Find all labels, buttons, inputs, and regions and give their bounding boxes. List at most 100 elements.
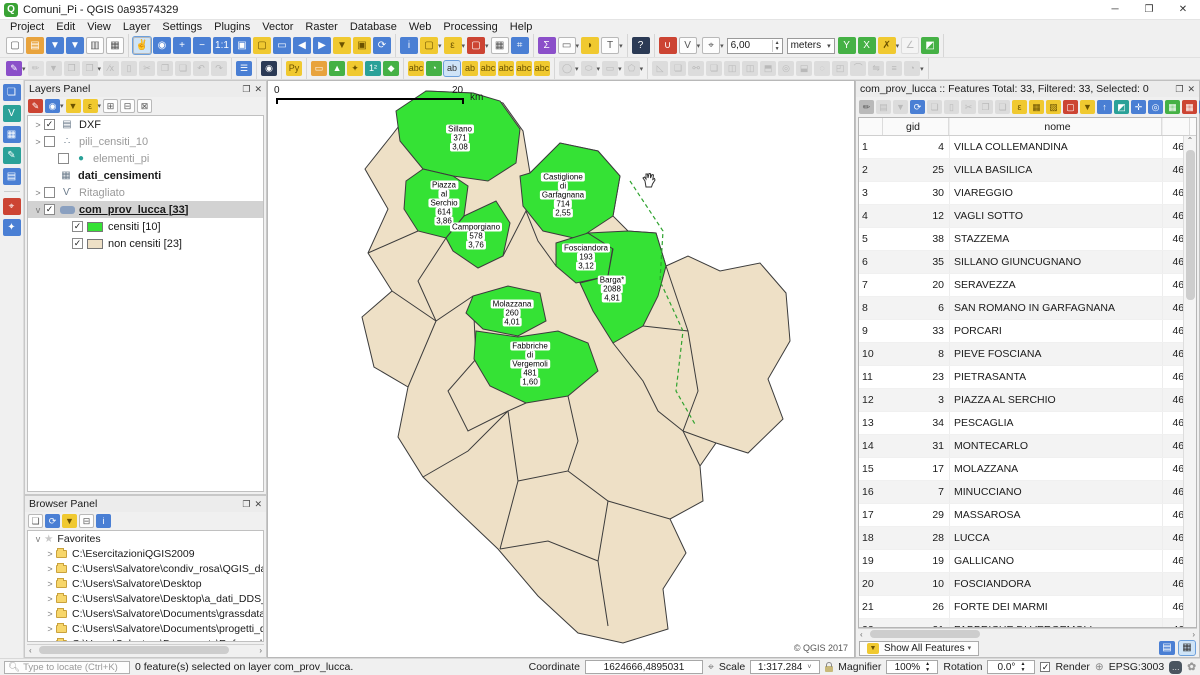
table-select-by-expression-icon[interactable]: ε [1012, 100, 1027, 114]
cell-gid[interactable]: 25 [883, 159, 949, 181]
text-annotation-dropdown-icon[interactable]: ▾ [619, 42, 623, 50]
digitize-shape-circle-dropdown-icon[interactable]: ▾ [575, 65, 579, 73]
layers-panel-close-icon[interactable]: ✕ [254, 84, 262, 95]
grass-tools-icon[interactable]: ✦ [347, 61, 363, 76]
menu-web[interactable]: Web [403, 21, 437, 33]
layer-visibility-checkbox[interactable]: ✓ [72, 238, 83, 249]
cell-nome[interactable]: VIAREGGIO [949, 182, 1162, 204]
zoom-full-icon[interactable]: ▣ [233, 37, 251, 54]
browser-folder-item[interactable]: >C:\EsercitazioniQGIS2009 [28, 546, 263, 561]
cell-nome[interactable]: SERAVEZZA [949, 274, 1162, 296]
collapse-all-browser-icon[interactable]: ⊟ [79, 514, 94, 528]
enable-tracing-icon[interactable]: ⌖ [702, 37, 720, 54]
zoom-to-layer-icon[interactable]: ▭ [273, 37, 291, 54]
expander-icon[interactable]: > [32, 137, 44, 147]
text-annotation-icon[interactable]: T [601, 37, 619, 54]
cell-gid[interactable]: 12 [883, 205, 949, 227]
row-number[interactable]: 15 [859, 458, 883, 480]
table-row[interactable]: 2126FORTE DEI MARMI460 [859, 596, 1196, 619]
table-row[interactable]: 1334PESCAGLIA460 [859, 412, 1196, 435]
layer-item-censiti-10[interactable]: ✓censiti [10] [28, 218, 263, 235]
show-all-features-button[interactable]: ▼ Show All Features ▾ [859, 641, 979, 656]
measure-dropdown-icon[interactable]: ▾ [576, 42, 580, 50]
cell-gid[interactable]: 26 [883, 596, 949, 618]
cell-nome[interactable]: VILLA COLLEMANDINA [949, 136, 1162, 158]
layer-item-dxf[interactable]: >✓▤DXF [28, 116, 263, 133]
coordinate-input[interactable]: 1624666,4895031 [585, 660, 703, 674]
menu-processing[interactable]: Processing [437, 21, 503, 33]
cell-nome[interactable]: VAGLI SOTTO [949, 205, 1162, 227]
db-manager-icon[interactable]: ☰ [236, 61, 252, 76]
expander-icon[interactable]: > [44, 579, 56, 589]
layer-visibility-checkbox[interactable] [44, 187, 55, 198]
expander-icon[interactable]: > [44, 624, 56, 634]
cell-nome[interactable]: FORTE DEI MARMI [949, 596, 1162, 618]
layer-diagram-options-icon[interactable]: ◔ [426, 61, 442, 76]
check-geometries-icon[interactable]: ◩ [921, 37, 939, 54]
layer-item-non-censiti-23[interactable]: ✓non censiti [23] [28, 235, 263, 252]
attribute-table-close-icon[interactable]: ✕ [1187, 84, 1195, 95]
extents-icon[interactable]: ⌖ [708, 661, 714, 674]
layer-labeling-options-icon[interactable]: abc [408, 61, 424, 76]
cell-gid[interactable]: 8 [883, 343, 949, 365]
rotate-feature-dropdown-icon[interactable]: ▾ [920, 65, 924, 73]
browser-folder-item[interactable]: >C:\Users\Salvatore\Documents\Referendum [28, 636, 263, 642]
cell-gid[interactable]: 10 [883, 573, 949, 595]
row-number[interactable]: 8 [859, 297, 883, 319]
menu-layer[interactable]: Layer [117, 21, 157, 33]
expander-icon[interactable]: v [32, 205, 44, 215]
row-number[interactable]: 19 [859, 550, 883, 572]
layer-visibility-checkbox[interactable] [44, 136, 55, 147]
snap-vertex-options-dropdown-icon[interactable]: ▾ [697, 42, 701, 50]
menu-vector[interactable]: Vector [256, 21, 299, 33]
cell-gid[interactable]: 3 [883, 389, 949, 411]
cell-gid[interactable]: 23 [883, 366, 949, 388]
menu-view[interactable]: View [81, 21, 117, 33]
cell-nome[interactable]: MOLAZZANA [949, 458, 1162, 480]
layers-panel-float-icon[interactable]: ❐ [242, 84, 250, 95]
change-label-icon[interactable]: abc [534, 61, 550, 76]
row-number[interactable]: 20 [859, 573, 883, 595]
cell-nome[interactable]: SILLANO GIUNCUGNANO [949, 251, 1162, 273]
processing-history-icon[interactable]: ✦ [3, 219, 21, 236]
cell-gid[interactable]: 17 [883, 458, 949, 480]
layer-item-pili_censiti_10[interactable]: >∴pili_censiti_10 [28, 133, 263, 150]
pan-map-icon[interactable]: ✌ [133, 37, 151, 54]
scale-combo[interactable]: 1:317.284˅ [750, 660, 820, 674]
layer-item-dati_censimenti[interactable]: ▦dati_censimenti [28, 167, 263, 184]
grass-shell-icon[interactable]: 1² [365, 61, 381, 76]
table-select-by-form-icon[interactable]: ▨ [1046, 100, 1061, 114]
menu-help[interactable]: Help [504, 21, 539, 33]
statistics-summary-icon[interactable]: Σ [538, 37, 556, 54]
render-checkbox[interactable]: ✓ [1040, 662, 1050, 672]
table-zoom-to-selection-icon[interactable]: ◎ [1148, 100, 1163, 114]
paste-features-dropdown-icon[interactable]: ▾ [98, 65, 102, 73]
menu-edit[interactable]: Edit [50, 21, 81, 33]
expand-all-icon[interactable]: ⊞ [103, 99, 118, 113]
row-number[interactable]: 10 [859, 343, 883, 365]
save-project-icon[interactable]: ▼ [46, 37, 64, 54]
menu-database[interactable]: Database [344, 21, 403, 33]
table-row[interactable]: 933PORCARI460 [859, 320, 1196, 343]
corner-header[interactable] [859, 118, 883, 135]
zoom-in-icon[interactable]: + [173, 37, 191, 54]
pan-map-to-selection-icon[interactable]: ◉ [153, 37, 171, 54]
table-delete-field-icon[interactable]: ▦ [1182, 100, 1197, 114]
column-header-extra[interactable] [1162, 118, 1190, 135]
table-row[interactable]: 1919GALLICANO460 [859, 550, 1196, 573]
deselect-features-icon[interactable]: ▢ [467, 37, 485, 54]
table-deselect-all-icon[interactable]: ▢ [1063, 100, 1078, 114]
row-number[interactable]: 13 [859, 412, 883, 434]
cell-nome[interactable]: GALLICANO [949, 550, 1162, 572]
add-delimited-text-layer-icon[interactable]: ✎ [3, 147, 21, 164]
new-print-layout-icon[interactable]: ▥ [86, 37, 104, 54]
column-header-gid[interactable]: gid [883, 118, 949, 135]
row-number[interactable]: 3 [859, 182, 883, 204]
grass-mapcalc-icon[interactable]: ▲ [329, 61, 345, 76]
filter-by-expression-icon[interactable]: ε [83, 99, 98, 113]
layer-item-com_prov_lucca-33[interactable]: v✓com_prov_lucca [33] [28, 201, 263, 218]
python-console-icon[interactable]: Py [286, 61, 302, 76]
table-row[interactable]: 14VILLA COLLEMANDINA460 [859, 136, 1196, 159]
cell-gid[interactable]: 30 [883, 182, 949, 204]
table-row[interactable]: 1828LUCCA460 [859, 527, 1196, 550]
